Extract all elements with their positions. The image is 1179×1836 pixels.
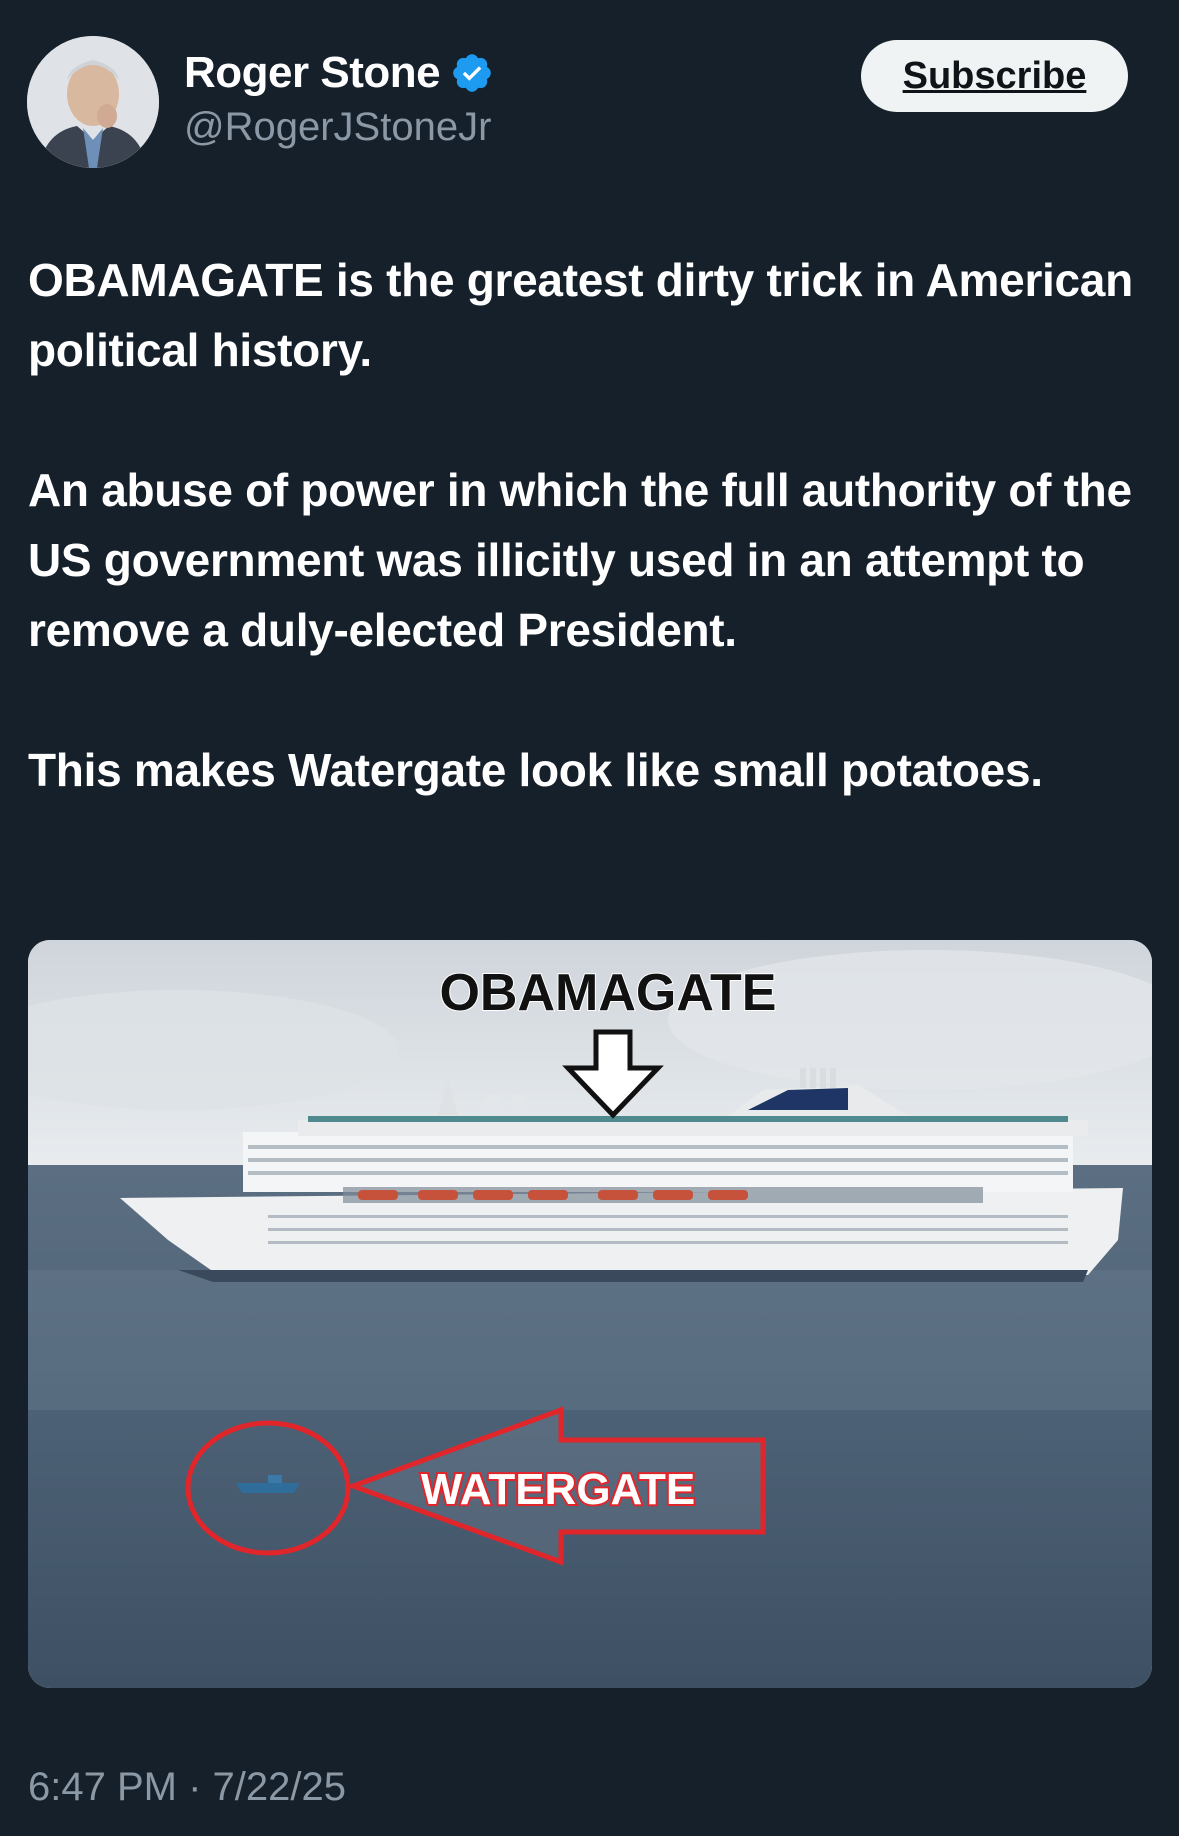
tweet-text: OBAMAGATE is the greatest dirty trick in…: [28, 245, 1153, 875]
tweet-timestamp[interactable]: 6:47 PM · 7/22/25: [28, 1765, 346, 1810]
obamagate-label: OBAMAGATE: [439, 964, 776, 1022]
watergate-label: WATERGATE: [421, 1465, 696, 1514]
avatar-photo: [27, 36, 159, 168]
meme-image: OBAMAGATE WATERGATE: [28, 940, 1152, 1688]
display-name-text: Roger Stone: [184, 48, 441, 97]
author-avatar[interactable]: [27, 36, 159, 168]
tweet-paragraph: OBAMAGATE is the greatest dirty trick in…: [28, 254, 1133, 376]
author-display-name[interactable]: Roger Stone: [184, 48, 494, 98]
tweet-header: Roger Stone @RogerJStoneJr Subscribe: [0, 0, 1179, 180]
verified-badge-icon[interactable]: [450, 51, 494, 95]
subscribe-button[interactable]: Subscribe: [861, 40, 1128, 112]
tweet-paragraph: An abuse of power in which the full auth…: [28, 464, 1132, 656]
tweet-media-image[interactable]: OBAMAGATE WATERGATE: [28, 940, 1152, 1688]
author-handle[interactable]: @RogerJStoneJr: [184, 105, 491, 150]
tweet-paragraph: This makes Watergate look like small pot…: [28, 744, 1043, 796]
